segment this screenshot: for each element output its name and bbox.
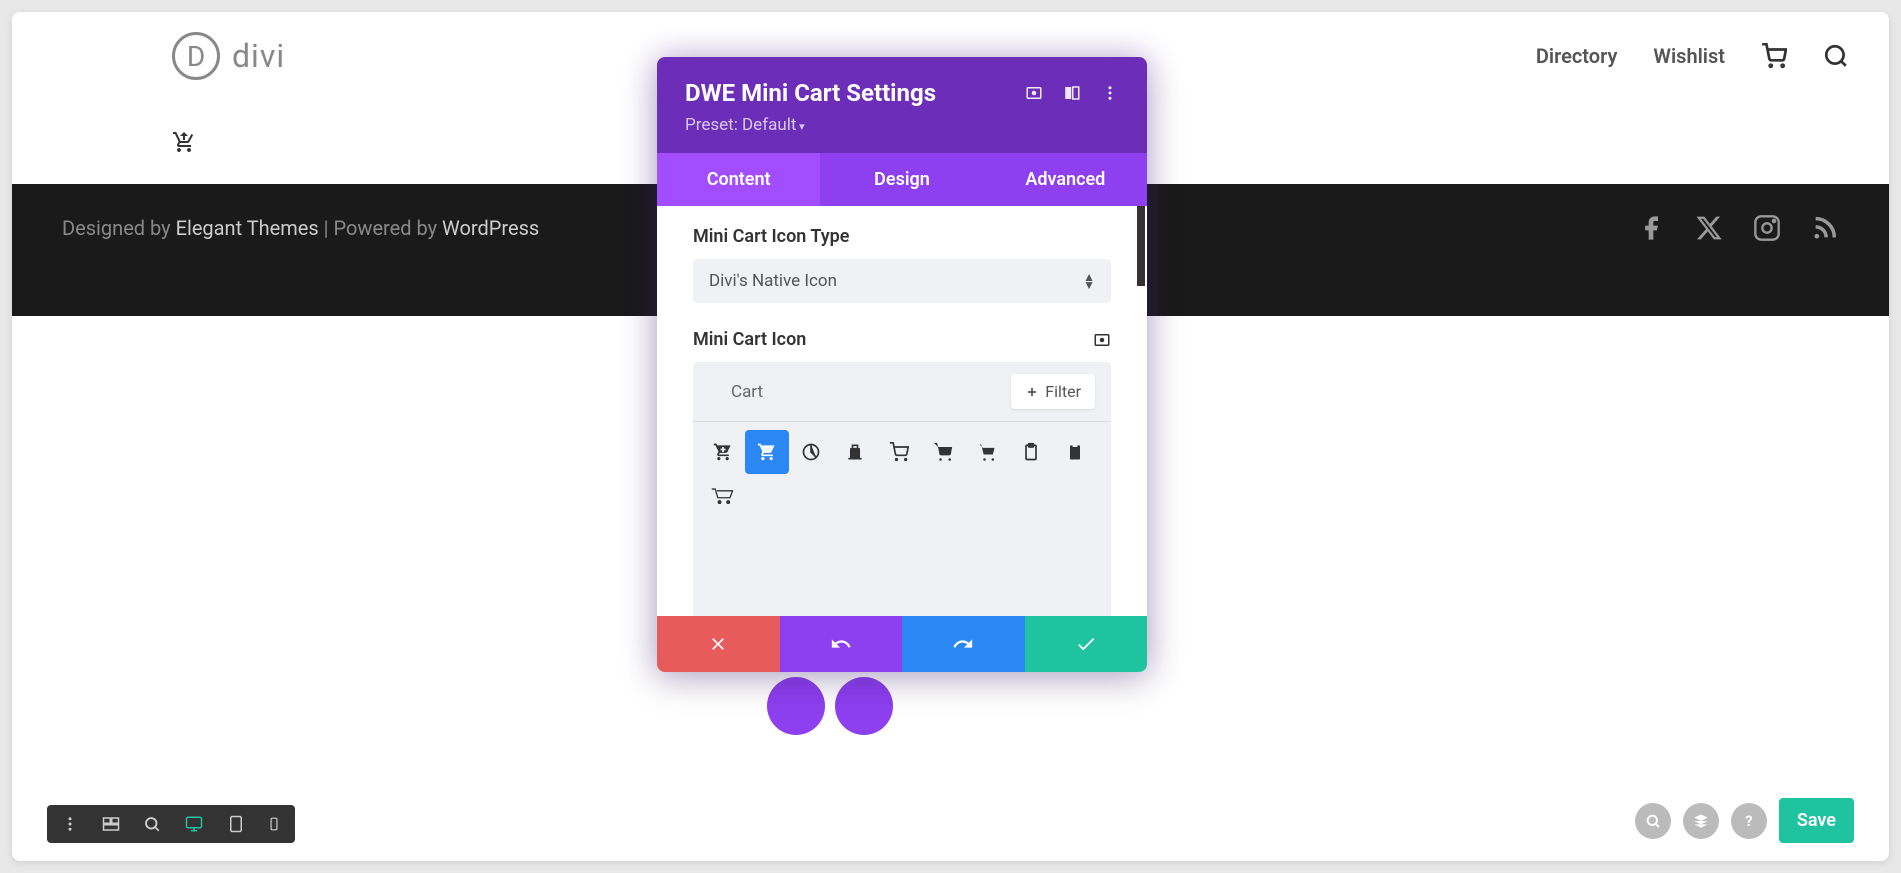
help-button[interactable]: ? (1731, 803, 1767, 839)
select-arrows-icon: ▲▼ (1083, 273, 1095, 289)
menu-icon[interactable] (61, 815, 79, 833)
settings-modal: DWE Mini Cart Settings Preset: Default C… (657, 57, 1147, 672)
icon-option-cart-outline[interactable] (877, 430, 921, 474)
nav-wishlist[interactable]: Wishlist (1653, 44, 1725, 68)
footer-credits: Designed by Elegant Themes | Powered by … (62, 216, 539, 240)
tab-design[interactable]: Design (820, 153, 983, 206)
site-logo[interactable]: D divi (172, 32, 285, 80)
undo-button[interactable] (780, 616, 903, 672)
responsive-icon[interactable] (1025, 84, 1043, 102)
icon-option-luggage[interactable] (833, 430, 877, 474)
x-twitter-icon[interactable] (1695, 214, 1723, 242)
phone-icon[interactable] (267, 815, 281, 833)
cancel-button[interactable] (657, 616, 780, 672)
modal-title: DWE Mini Cart Settings (685, 79, 936, 107)
snap-icon[interactable] (1063, 84, 1081, 102)
desktop-icon[interactable] (183, 815, 205, 833)
icon-type-label: Mini Cart Icon Type (693, 226, 1111, 247)
icon-picker: Cart Filter (693, 362, 1111, 616)
logo-circle-icon: D (172, 32, 220, 80)
search-icon[interactable] (1823, 43, 1849, 69)
responsive-toggle-icon[interactable] (1093, 331, 1111, 349)
icon-label: Mini Cart Icon (693, 329, 1111, 350)
icon-option-cart-selected[interactable] (745, 430, 789, 474)
instagram-icon[interactable] (1753, 214, 1781, 242)
more-icon[interactable] (1101, 84, 1119, 102)
logo-text: divi (232, 37, 285, 75)
layers-button[interactable] (1683, 803, 1719, 839)
icon-option-pie[interactable] (789, 430, 833, 474)
icon-option-cart-fast[interactable] (701, 474, 745, 518)
scrollbar[interactable] (1137, 206, 1145, 286)
icon-option-cart-plus[interactable] (701, 430, 745, 474)
icon-type-select[interactable]: Divi's Native Icon ▲▼ (693, 259, 1111, 303)
builder-toolbar (47, 805, 295, 843)
filter-button[interactable]: Filter (1011, 374, 1095, 409)
icon-option-clipboard-outline[interactable] (1009, 430, 1053, 474)
icon-option-cart-alt[interactable] (965, 430, 1009, 474)
cart-icon[interactable] (1761, 43, 1787, 69)
save-button[interactable]: Save (1779, 798, 1854, 843)
search-history-button[interactable] (1635, 803, 1671, 839)
tablet-icon[interactable] (227, 815, 245, 833)
builder-accent-circles (767, 677, 893, 735)
nav-directory[interactable]: Directory (1536, 44, 1618, 68)
icon-search-input[interactable]: Cart (709, 382, 1011, 402)
tab-content[interactable]: Content (657, 153, 820, 206)
elegant-themes-link[interactable]: Elegant Themes (176, 216, 319, 240)
rss-icon[interactable] (1811, 214, 1839, 242)
redo-button[interactable] (902, 616, 1025, 672)
zoom-icon[interactable] (143, 815, 161, 833)
preset-selector[interactable]: Preset: Default (685, 115, 1119, 135)
facebook-icon[interactable] (1637, 214, 1665, 242)
confirm-button[interactable] (1025, 616, 1148, 672)
tab-advanced[interactable]: Advanced (984, 153, 1147, 206)
wireframe-icon[interactable] (101, 815, 121, 833)
icon-option-cart-solid[interactable] (921, 430, 965, 474)
icon-option-clipboard-solid[interactable] (1053, 430, 1097, 474)
wordpress-link[interactable]: WordPress (442, 216, 539, 240)
